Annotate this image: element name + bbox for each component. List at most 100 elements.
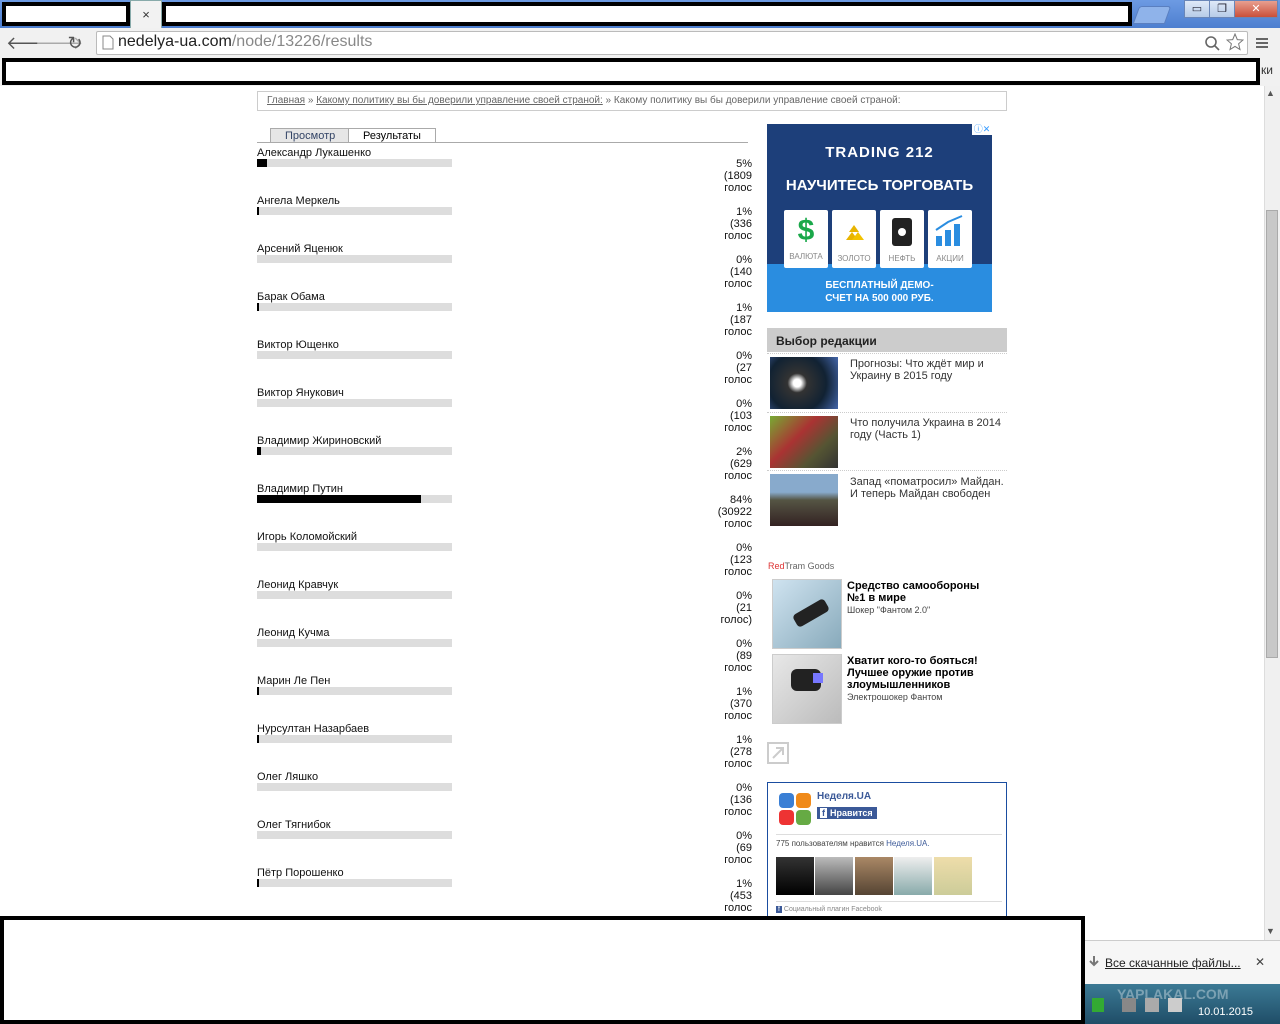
goods-title[interactable]: Средство самообороны №1 в мире <box>847 580 987 604</box>
result-pct: 1% <box>736 686 752 698</box>
speaker-icon[interactable] <box>1168 998 1182 1012</box>
breadcrumb-home-link[interactable]: Главная <box>267 95 305 106</box>
result-bar-track <box>257 159 452 167</box>
scroll-up-arrow[interactable]: ▲ <box>1266 88 1275 98</box>
url-text[interactable]: nedelya-ua.com/node/13226/results <box>118 33 372 51</box>
result-votes: (187 <box>729 314 752 326</box>
result-votes: (278 <box>729 746 752 758</box>
result-word: голос <box>724 422 752 434</box>
result-pct: 84% <box>729 494 752 506</box>
all-downloads-link[interactable]: Все скачанные файлы... <box>1105 956 1241 970</box>
result-pct: 0% <box>736 782 752 794</box>
result-votes: (21 <box>736 602 752 614</box>
facebook-friend-avatar[interactable] <box>815 857 853 895</box>
goods-image[interactable] <box>772 579 842 649</box>
goods-subtitle[interactable]: Электрошокер Фантом <box>847 692 942 702</box>
tray-icon[interactable] <box>1092 998 1104 1012</box>
facebook-icon: f <box>776 906 782 913</box>
result-votes: (89 <box>736 650 752 662</box>
redacted-bookmarks <box>2 58 1260 85</box>
facebook-friend-avatar[interactable] <box>894 857 932 895</box>
new-tab-button[interactable] <box>1132 6 1172 24</box>
tab-close-button[interactable]: × <box>130 0 162 28</box>
result-bar-track <box>257 831 452 839</box>
result-votes: (1809 <box>723 170 752 182</box>
network-icon[interactable] <box>1122 998 1136 1012</box>
flag-icon[interactable] <box>1145 998 1159 1012</box>
result-votes: (103 <box>729 410 752 422</box>
candidate-name: Марин Ле Пен <box>257 675 331 687</box>
candidate-name: Владимир Путин <box>257 483 343 495</box>
facebook-page-name[interactable]: Неделя.UA <box>817 791 871 802</box>
result-votes: (27 <box>736 362 752 374</box>
result-bar-fill <box>257 495 421 503</box>
result-word: голос <box>724 470 752 482</box>
breadcrumb-parent-link[interactable]: Какому политику вы бы доверили управлени… <box>316 95 603 106</box>
editors-choice-heading: Выбор редакции <box>767 328 1007 352</box>
news-link[interactable]: Что получила Украина в 2014 году (Часть … <box>850 417 1006 441</box>
window-close-button[interactable]: ✕ <box>1234 0 1278 18</box>
result-bar-track <box>257 879 452 887</box>
zoom-icon[interactable] <box>1204 35 1220 51</box>
news-thumbnail[interactable] <box>770 357 838 409</box>
result-bar-fill <box>257 447 261 455</box>
facebook-like-count: 775 пользователям нравится Неделя.UA. <box>776 839 930 848</box>
ad-headline: НАУЧИТЕСЬ ТОРГОВАТЬ <box>785 177 974 194</box>
restore-button[interactable]: ❐ <box>1209 0 1235 18</box>
facebook-friend-avatar[interactable] <box>934 857 972 895</box>
page-icon <box>102 35 114 50</box>
facebook-friend-avatar[interactable] <box>855 857 893 895</box>
minimize-button[interactable]: ▭ <box>1184 0 1210 18</box>
goods-title[interactable]: Хватит кого-то бояться! Лучшее оружие пр… <box>847 655 987 691</box>
gold-bars-icon <box>846 225 864 240</box>
back-button[interactable]: 🡐 <box>6 32 54 54</box>
result-pct: 0% <box>736 590 752 602</box>
star-icon[interactable] <box>1226 33 1244 51</box>
news-thumbnail[interactable] <box>770 474 838 526</box>
ad-cta-line1: БЕСПЛАТНЫЙ ДЕМО- <box>825 280 934 291</box>
scroll-down-arrow[interactable]: ▼ <box>1266 926 1275 936</box>
scroll-thumb[interactable] <box>1266 210 1278 658</box>
redacted-tab[interactable] <box>2 2 130 26</box>
taskbar-date[interactable]: 10.01.2015 <box>1198 1006 1253 1018</box>
result-pct: 1% <box>736 206 752 218</box>
redacted-bottom <box>0 916 1085 1024</box>
candidate-name: Пётр Порошенко <box>257 867 344 879</box>
forward-button[interactable]: 🡒 <box>35 32 83 54</box>
result-pct: 1% <box>736 302 752 314</box>
ad-tile-stocks: АКЦИИ <box>928 210 972 268</box>
candidate-name: Владимир Жириновский <box>257 435 382 447</box>
result-word: голос) <box>720 614 752 626</box>
goods-subtitle[interactable]: Шокер "Фантом 2.0" <box>847 605 930 615</box>
result-word: голос <box>724 374 752 386</box>
candidate-name: Виктор Янукович <box>257 387 344 399</box>
result-word: голос <box>724 182 752 194</box>
close-icon[interactable]: × <box>142 7 150 22</box>
facebook-friend-avatar[interactable] <box>776 857 814 895</box>
facebook-icon: f <box>820 808 827 818</box>
ad-tile-currency: $ ВАЛЮТА <box>784 210 828 268</box>
facebook-like-button[interactable]: f Нравится <box>817 807 877 819</box>
external-link-icon[interactable] <box>767 742 789 764</box>
candidate-name: Виктор Ющенко <box>257 339 339 351</box>
tab-results[interactable]: Результаты <box>348 128 436 143</box>
news-link[interactable]: Прогнозы: Что ждёт мир и Украину в 2015 … <box>850 358 1006 382</box>
ad-choices-icon[interactable]: ⓘ✕ <box>972 124 992 135</box>
result-bar-track <box>257 735 452 743</box>
nedelya-logo-icon[interactable] <box>778 792 812 826</box>
goods-image[interactable] <box>772 654 842 724</box>
reload-button[interactable]: ↻ <box>64 32 86 54</box>
tab-view[interactable]: Просмотр <box>270 128 351 143</box>
dollar-icon: $ <box>797 214 815 247</box>
result-bar-track <box>257 495 452 503</box>
menu-icon[interactable] <box>1255 36 1269 50</box>
redtram-label: RedTram Goods <box>768 561 835 571</box>
news-link[interactable]: Запад «поматросил» Майдан. И теперь Майд… <box>850 476 1006 500</box>
bookmark-overflow[interactable]: ки <box>1261 63 1273 77</box>
close-downloads-button[interactable]: ✕ <box>1255 955 1265 969</box>
breadcrumb: Главная » Какому политику вы бы доверили… <box>257 91 1007 111</box>
result-pct: 2% <box>736 446 752 458</box>
result-bar-track <box>257 639 452 647</box>
result-word: голос <box>724 902 752 914</box>
news-thumbnail[interactable] <box>770 416 838 468</box>
